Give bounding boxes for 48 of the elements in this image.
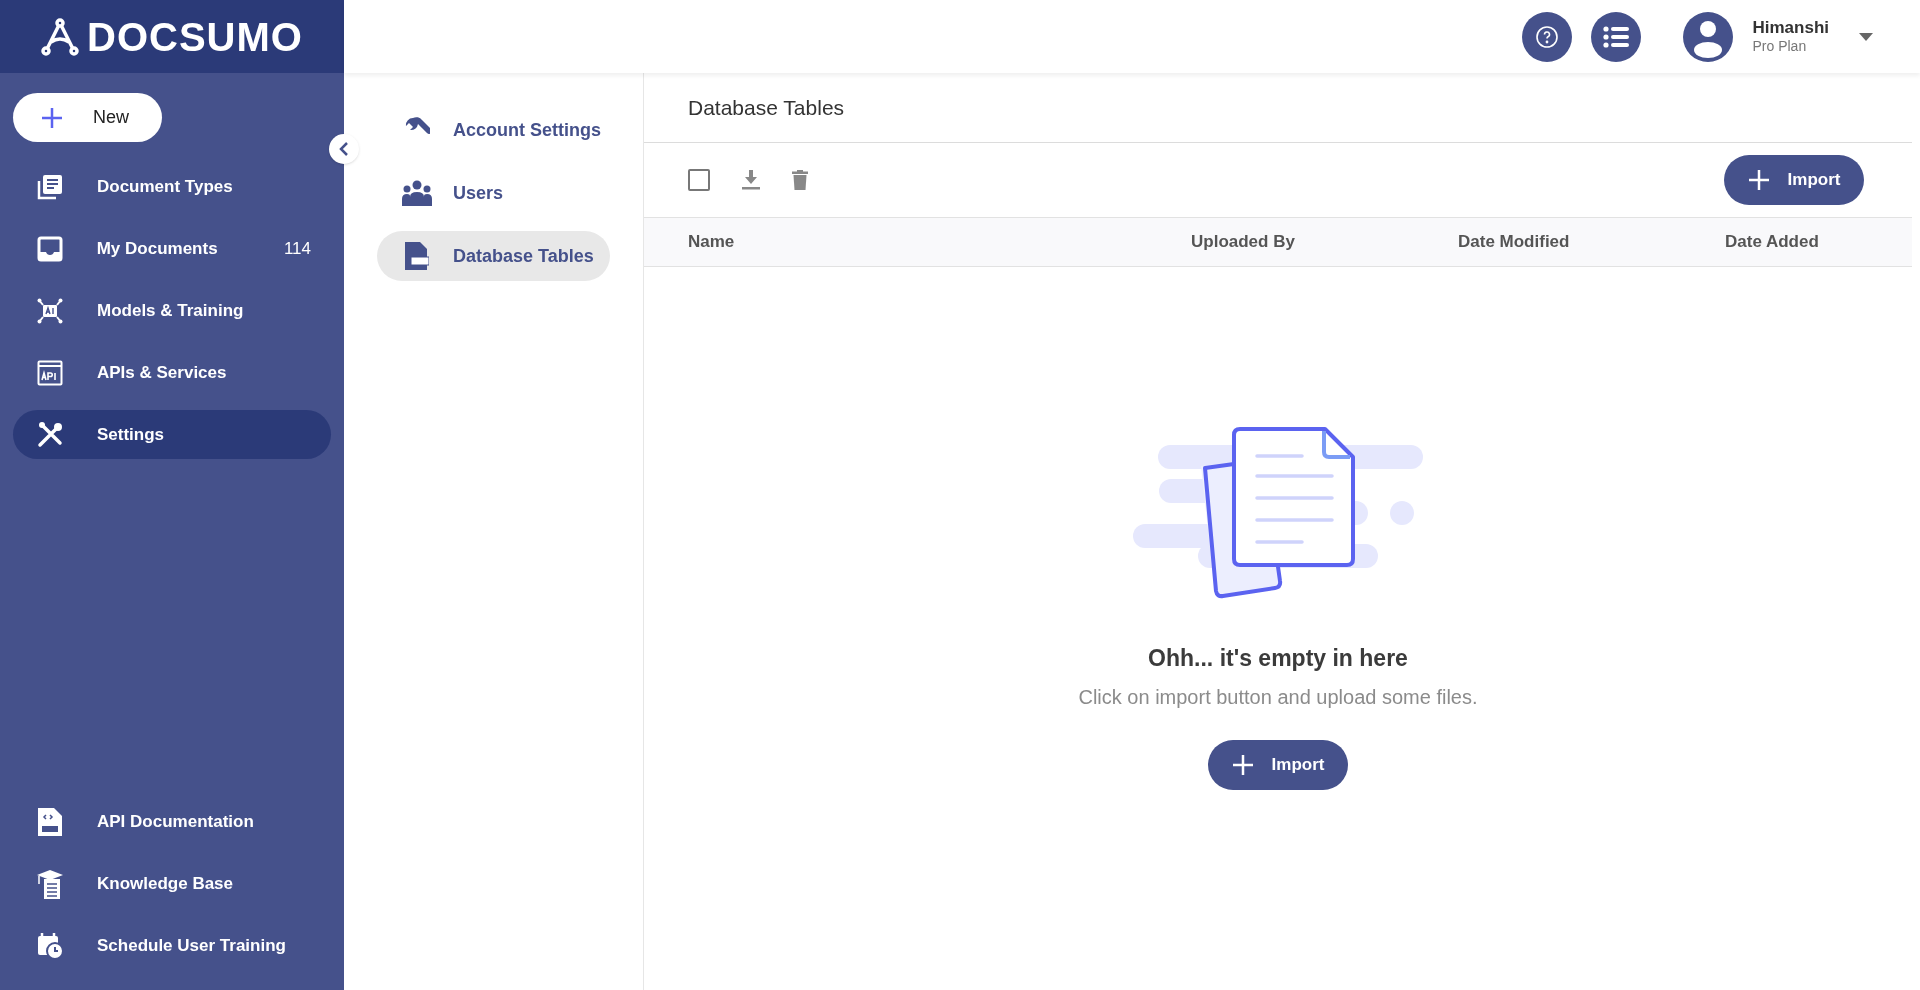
tools-icon — [37, 421, 63, 448]
plan-label: Pro Plan — [1752, 38, 1808, 56]
sidebar-item[interactable]: Knowledge Base — [13, 859, 331, 908]
list-icon — [1603, 25, 1630, 48]
calendar-clock-icon — [37, 932, 63, 959]
settings-nav-item[interactable]: Account Settings — [377, 105, 610, 155]
collapse-button[interactable] — [329, 134, 359, 164]
column-header: Date Added — [1725, 231, 1820, 254]
documents-icon — [37, 173, 63, 200]
trash-icon[interactable] — [792, 170, 808, 190]
logo-icon — [41, 17, 80, 56]
column-header: Uploaded By — [1191, 231, 1296, 254]
column-header: Name — [688, 231, 736, 254]
settings-nav-item[interactable]: Users — [377, 168, 610, 218]
inbox-icon — [36, 235, 63, 262]
help-icon — [1535, 24, 1560, 49]
sidebar-item[interactable]: APIs & Services — [13, 348, 331, 397]
import-button[interactable]: Import — [1208, 739, 1348, 790]
plus-icon — [1747, 169, 1770, 191]
empty-subtitle: Click on import button and upload some files. — [1078, 684, 1478, 710]
plus-icon — [1231, 753, 1254, 776]
page-title: Database Tables — [688, 94, 845, 121]
logo-text: DOCSUMO — [87, 16, 303, 57]
api-window-icon — [37, 359, 63, 386]
api-document-icon — [38, 807, 62, 836]
sidebar-item[interactable]: Models & Training — [13, 286, 331, 335]
user-name: Himanshi — [1752, 17, 1829, 39]
download-icon[interactable] — [742, 170, 760, 190]
sidebar-item[interactable]: API Documentation — [13, 797, 331, 846]
users-icon — [402, 180, 432, 206]
new-button[interactable]: New — [13, 93, 162, 142]
sidebar-item[interactable]: Document Types — [13, 162, 331, 211]
sidebar-item[interactable]: Schedule User Training — [13, 921, 331, 970]
avatar-icon[interactable] — [1683, 11, 1734, 62]
graduation-cap-icon — [36, 868, 64, 899]
settings-nav-item[interactable]: Database Tables — [377, 231, 610, 281]
ai-chip-icon — [37, 297, 63, 324]
chevron-left-icon — [339, 142, 349, 156]
checkbox[interactable] — [688, 169, 710, 191]
plus-icon — [41, 106, 63, 129]
csv-file-icon — [405, 242, 429, 270]
sidebar-item[interactable]: My Documents 114 — [13, 224, 331, 273]
import-button[interactable]: Import — [1724, 155, 1864, 205]
empty-title: Ohh... it's empty in here — [1148, 644, 1408, 673]
sidebar-item[interactable]: Settings — [13, 410, 331, 459]
column-header: Date Modified — [1458, 231, 1571, 254]
document-count: 114 — [283, 237, 311, 260]
caret-down-icon[interactable] — [1859, 32, 1873, 41]
